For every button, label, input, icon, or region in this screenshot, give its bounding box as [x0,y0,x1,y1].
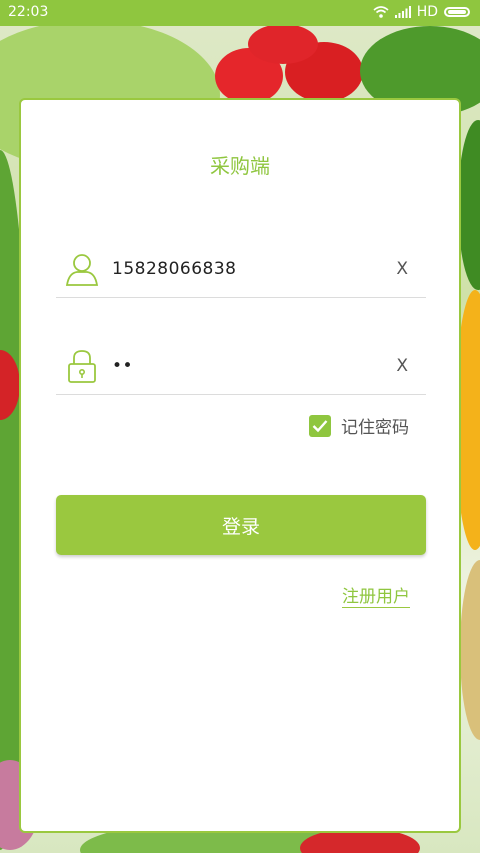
lock-icon [68,350,96,383]
signal-icon [394,6,411,18]
greens-right-shape [458,120,480,290]
register-link[interactable]: 注册用户 [342,582,410,608]
potato-right-shape [460,560,480,740]
clear-username-button[interactable]: X [396,259,408,279]
status-icons: HD [373,4,470,20]
remember-label: 记住密码 [341,418,409,438]
tomato-shape [248,24,318,64]
page-title: 采购端 [210,154,270,178]
login-button[interactable]: 登录 [56,495,426,555]
remember-password[interactable]: 记住密码 [309,413,409,438]
user-icon [65,254,99,286]
login-card: 采购端 15828066838 X •• X 记住密码 登录 注册用户 [19,98,461,833]
clear-password-button[interactable]: X [396,356,408,376]
status-bar: 22:03 HD [0,0,480,26]
check-icon [312,419,328,432]
remember-checkbox[interactable] [309,414,331,437]
password-field[interactable]: •• X [56,338,426,395]
battery-icon [444,7,470,17]
username-input[interactable]: 15828066838 [112,259,236,279]
wifi-icon [373,6,389,18]
password-input[interactable]: •• [112,356,133,376]
username-field[interactable]: 15828066838 X [56,241,426,298]
network-label: HD [416,4,438,20]
status-time: 22:03 [8,4,49,20]
